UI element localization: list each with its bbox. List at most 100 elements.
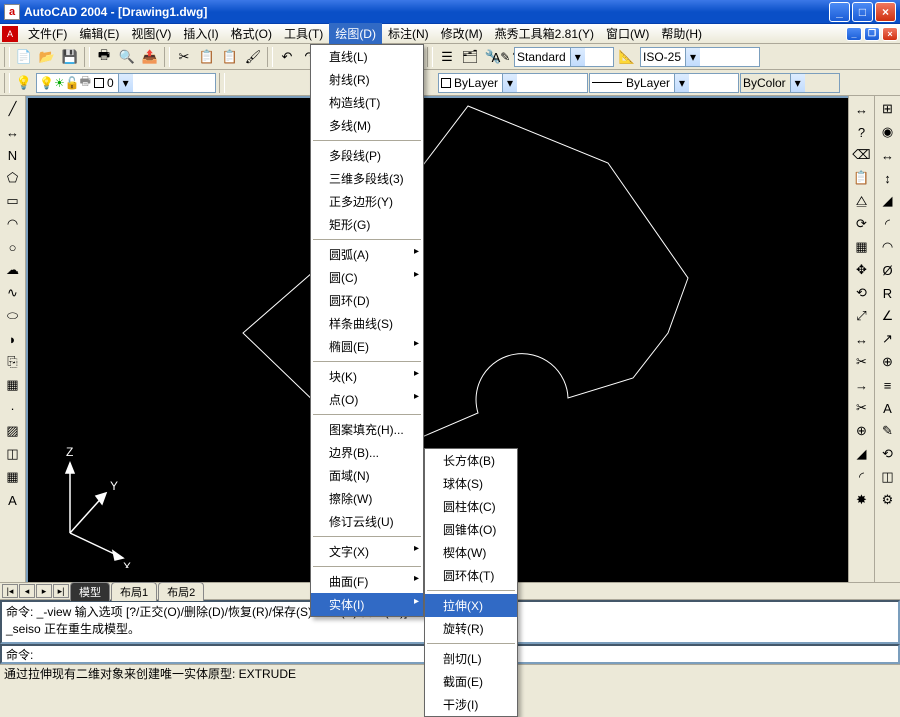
match-button[interactable]: 🖌 [242, 46, 264, 68]
point-button[interactable]: · [2, 397, 24, 419]
ellipse-button[interactable]: ⬭ [2, 305, 24, 327]
dim5-button[interactable]: ◠ [877, 236, 899, 258]
chevron-down-icon[interactable]: ▾ [502, 74, 517, 92]
menu-dim[interactable]: 标注(N) [382, 23, 435, 44]
paste-button[interactable]: 📋 [219, 46, 241, 68]
dim-style-icon[interactable]: A✎ [490, 46, 512, 68]
menu-item[interactable]: 圆(C) [311, 266, 423, 289]
dim-icon[interactable]: 📐 [616, 46, 638, 68]
copy-button[interactable]: 📋 [196, 46, 218, 68]
dim8-button[interactable]: ∠ [877, 305, 899, 327]
new-button[interactable]: 📄 [13, 46, 35, 68]
dim3-button[interactable]: ◢ [877, 190, 899, 212]
explode-button[interactable]: ✸ [851, 489, 873, 511]
menu-item[interactable]: 矩形(G) [311, 213, 423, 236]
menu-item[interactable]: 正多边形(Y) [311, 190, 423, 213]
dim10-button[interactable]: ⊕ [877, 351, 899, 373]
menu-draw[interactable]: 绘图(D) [329, 23, 382, 44]
undo-button[interactable]: ↶ [276, 46, 298, 68]
menu-item[interactable]: 三维多段线(3) [311, 167, 423, 190]
dim4-button[interactable]: ◜ [877, 213, 899, 235]
menu-item[interactable]: 面域(N) [311, 464, 423, 487]
props-button[interactable]: ☰ [436, 46, 458, 68]
region-button[interactable]: ◫ [2, 443, 24, 465]
color-combo[interactable]: ByLayer ▾ [438, 73, 588, 93]
dim2-button[interactable]: ↕ [877, 167, 899, 189]
menu-item[interactable]: 实体(I) [311, 593, 423, 616]
menu-item[interactable]: 圆柱体(C) [425, 495, 517, 518]
stretch-button[interactable]: ↔ [851, 328, 873, 350]
spline-button[interactable]: ∿ [2, 282, 24, 304]
chevron-down-icon[interactable]: ▾ [685, 48, 700, 66]
chevron-down-icon[interactable]: ▾ [118, 74, 133, 92]
ucs-button[interactable]: ⊞ [877, 98, 899, 120]
menu-item[interactable]: 直线(L) [311, 45, 423, 68]
minimize-button[interactable]: _ [829, 2, 850, 22]
menu-item[interactable]: 文字(X) [311, 540, 423, 563]
3dorbit-button[interactable]: ◉ [877, 121, 899, 143]
fillet-button[interactable]: ◜ [851, 466, 873, 488]
menu-item[interactable]: 多线(M) [311, 114, 423, 137]
menu-yanxiu[interactable]: 燕秀工具箱2.81(Y) [489, 23, 600, 44]
chamfer-button[interactable]: ◢ [851, 443, 873, 465]
dim1-button[interactable]: ↔ [877, 144, 899, 166]
chevron-down-icon[interactable]: ▾ [790, 74, 805, 92]
dim12-button[interactable]: A [877, 397, 899, 419]
polygon-button[interactable]: ⬠ [2, 167, 24, 189]
erase-button[interactable]: ⌫ [851, 144, 873, 166]
dim16-button[interactable]: ⚙ [877, 489, 899, 511]
move-button[interactable]: ✥ [851, 259, 873, 281]
mirror-button[interactable]: ⧋ [851, 190, 873, 212]
menu-item[interactable]: 圆环(D) [311, 289, 423, 312]
circle-button[interactable]: ○ [2, 236, 24, 258]
dim13-button[interactable]: ✎ [877, 420, 899, 442]
table-button[interactable]: ▦ [2, 466, 24, 488]
line-button[interactable]: ╱ [2, 98, 24, 120]
menu-item[interactable]: 边界(B)... [311, 441, 423, 464]
menu-item[interactable]: 圆锥体(O) [425, 518, 517, 541]
menu-insert[interactable]: 插入(I) [177, 23, 224, 44]
plot-button[interactable]: 🖶 [93, 46, 115, 68]
xline-button[interactable]: ↔ [2, 121, 24, 143]
cut-button[interactable]: ✂ [173, 46, 195, 68]
dim6-button[interactable]: Ø [877, 259, 899, 281]
dim7-button[interactable]: R [877, 282, 899, 304]
publish-button[interactable]: 📤 [139, 46, 161, 68]
tab-next[interactable]: ▸ [36, 584, 52, 598]
menu-item[interactable]: 样条曲线(S) [311, 312, 423, 335]
mtext-button[interactable]: A [2, 489, 24, 511]
maximize-button[interactable]: □ [852, 2, 873, 22]
menu-tools[interactable]: 工具(T) [278, 23, 329, 44]
child-close[interactable]: × [882, 27, 898, 41]
revcloud-button[interactable]: ☁ [2, 259, 24, 281]
trim-button[interactable]: ✂ [851, 351, 873, 373]
tab-layout1[interactable]: 布局1 [111, 582, 157, 601]
menu-item[interactable]: 块(K) [311, 365, 423, 388]
extend-button[interactable]: → [851, 374, 873, 396]
close-button[interactable]: × [875, 2, 896, 22]
menu-item[interactable]: 截面(E) [425, 670, 517, 693]
dim14-button[interactable]: ⟲ [877, 443, 899, 465]
tab-layout2[interactable]: 布局2 [158, 582, 204, 601]
menu-item[interactable]: 图案填充(H)... [311, 418, 423, 441]
block-button[interactable]: ▦ [2, 374, 24, 396]
menu-item[interactable]: 圆弧(A) [311, 243, 423, 266]
offset-button[interactable]: ⟳ [851, 213, 873, 235]
tab-model[interactable]: 模型 [70, 582, 110, 601]
help-button[interactable]: ? [851, 121, 873, 143]
break-button[interactable]: ✂ [851, 397, 873, 419]
hatch-button[interactable]: ▨ [2, 420, 24, 442]
menu-item[interactable]: 椭圆(E) [311, 335, 423, 358]
dimstyle-combo[interactable]: ISO-25▾ [640, 47, 760, 67]
join-button[interactable]: ⊕ [851, 420, 873, 442]
menu-item[interactable]: 修订云线(U) [311, 510, 423, 533]
copy-button[interactable]: 📋 [851, 167, 873, 189]
menu-item[interactable]: 球体(S) [425, 472, 517, 495]
menu-item[interactable]: 剖切(L) [425, 647, 517, 670]
menu-item[interactable]: 楔体(W) [425, 541, 517, 564]
menu-item[interactable]: 多段线(P) [311, 144, 423, 167]
tab-prev[interactable]: ◂ [19, 584, 35, 598]
menu-help[interactable]: 帮助(H) [655, 23, 708, 44]
child-minimize[interactable]: _ [846, 27, 862, 41]
rotate-button[interactable]: ⟲ [851, 282, 873, 304]
